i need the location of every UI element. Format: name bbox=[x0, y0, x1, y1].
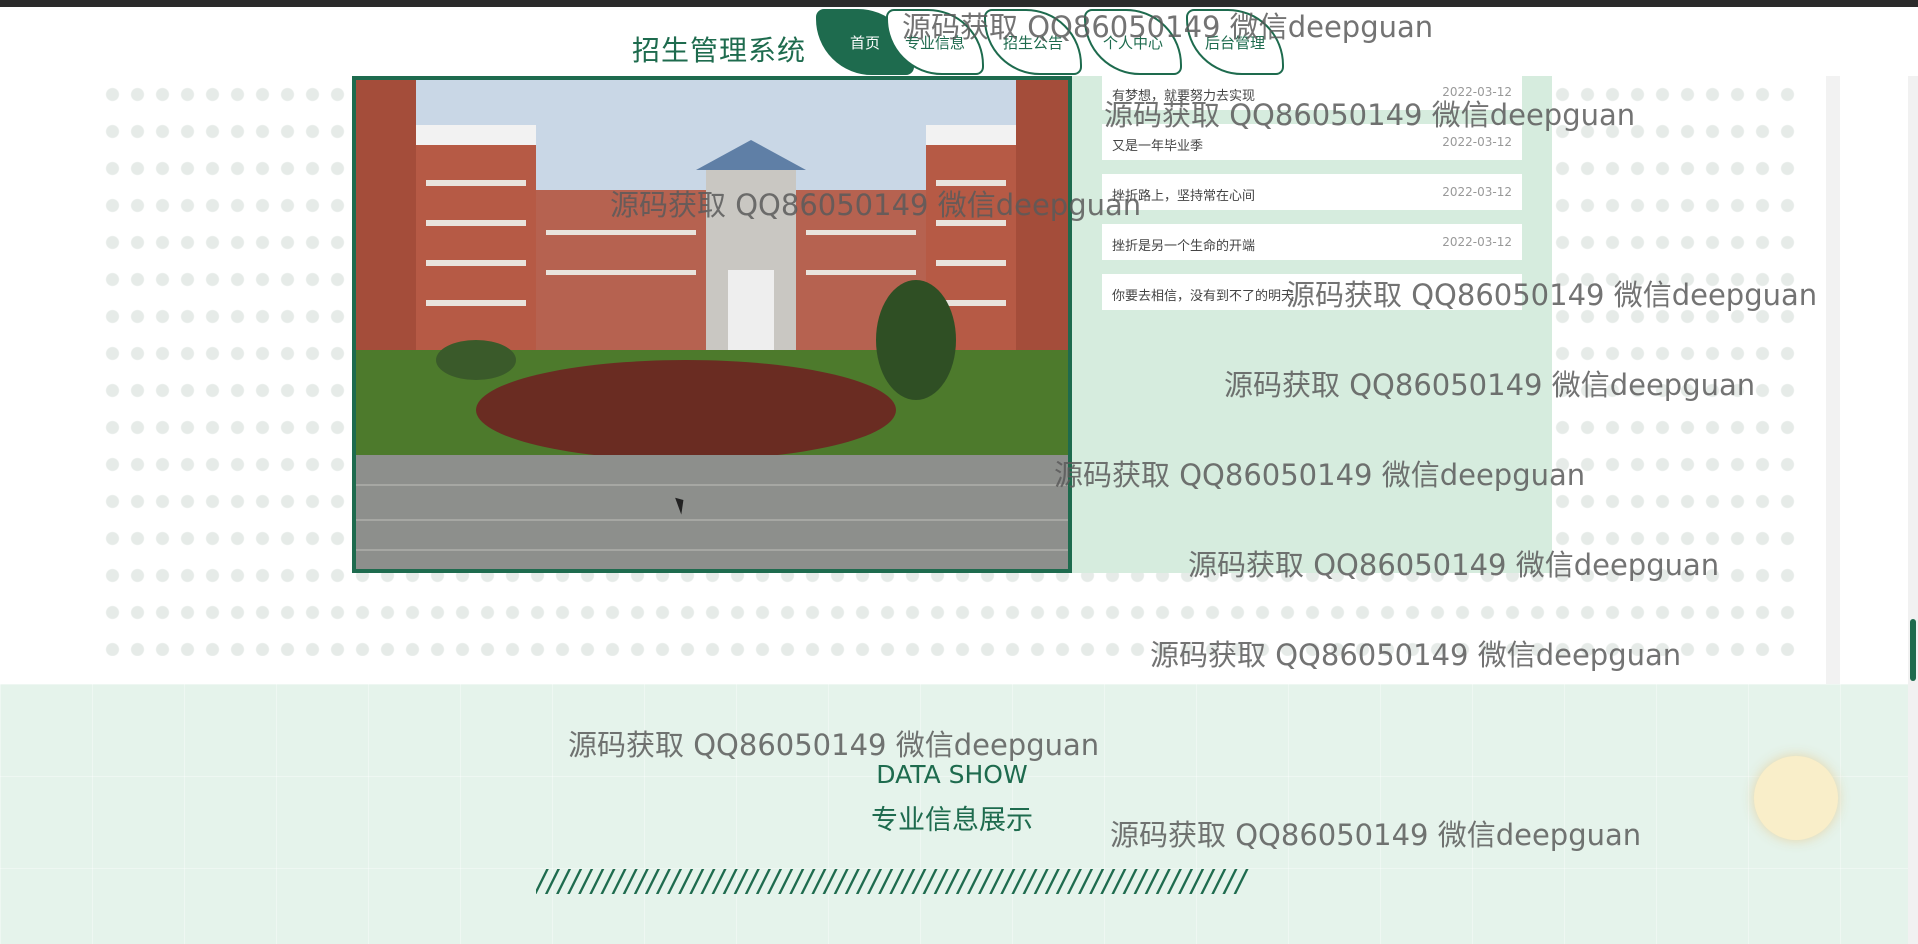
hero-section: 有梦想，就要努力去实现 2022-03-12 又是一年毕业季 2022-03-1… bbox=[0, 76, 1918, 684]
campus-building-illustration bbox=[356, 80, 1068, 569]
news-item[interactable]: 又是一年毕业季 2022-03-12 bbox=[1102, 124, 1522, 160]
campus-photo[interactable] bbox=[352, 76, 1072, 573]
page-scrollbar[interactable] bbox=[1908, 7, 1918, 944]
news-item[interactable]: 挫折是另一个生命的开端 2022-03-12 bbox=[1102, 224, 1522, 260]
news-title: 有梦想，就要努力去实现 bbox=[1112, 89, 1256, 104]
section-title-cn: 专业信息展示 bbox=[871, 805, 1033, 836]
floating-ball-button[interactable] bbox=[1754, 756, 1838, 840]
section-title-en: DATA SHOW bbox=[876, 760, 1028, 789]
notice-panel: 有梦想，就要努力去实现 2022-03-12 又是一年毕业季 2022-03-1… bbox=[1072, 76, 1552, 573]
news-item[interactable]: 挫折路上，坚持常在心间 2022-03-12 bbox=[1102, 174, 1522, 210]
news-item[interactable]: 你要去相信，没有到不了的明天 bbox=[1102, 274, 1522, 310]
news-title: 你要去相信，没有到不了的明天 bbox=[1112, 289, 1295, 304]
site-logo[interactable]: 招生管理系统 bbox=[632, 29, 806, 69]
data-show-section: DATA SHOW 专业信息展示 ///////////////////////… bbox=[0, 684, 1918, 944]
section-divider: ////////////////////////////////////////… bbox=[536, 864, 1247, 899]
nav-admin[interactable]: 后台管理 bbox=[1186, 9, 1284, 75]
site-header: 招生管理系统 首页 专业信息 招生公告 个人中心 后台管理 bbox=[0, 7, 1918, 76]
news-date: 2022-03-12 bbox=[1442, 185, 1512, 199]
right-edge-strip bbox=[1826, 76, 1840, 684]
news-title: 挫折是另一个生命的开端 bbox=[1112, 239, 1256, 254]
nav-admission-notice[interactable]: 招生公告 bbox=[984, 9, 1082, 75]
browser-top-bar bbox=[0, 0, 1918, 7]
news-item[interactable]: 有梦想，就要努力去实现 2022-03-12 bbox=[1102, 76, 1522, 110]
news-title: 挫折路上，坚持常在心间 bbox=[1112, 189, 1256, 204]
nav-personal-center[interactable]: 个人中心 bbox=[1084, 9, 1182, 75]
scrollbar-thumb[interactable] bbox=[1910, 619, 1916, 681]
news-date: 2022-03-12 bbox=[1442, 135, 1512, 149]
news-title: 又是一年毕业季 bbox=[1112, 139, 1204, 154]
news-date: 2022-03-12 bbox=[1442, 235, 1512, 249]
news-date: 2022-03-12 bbox=[1442, 85, 1512, 99]
